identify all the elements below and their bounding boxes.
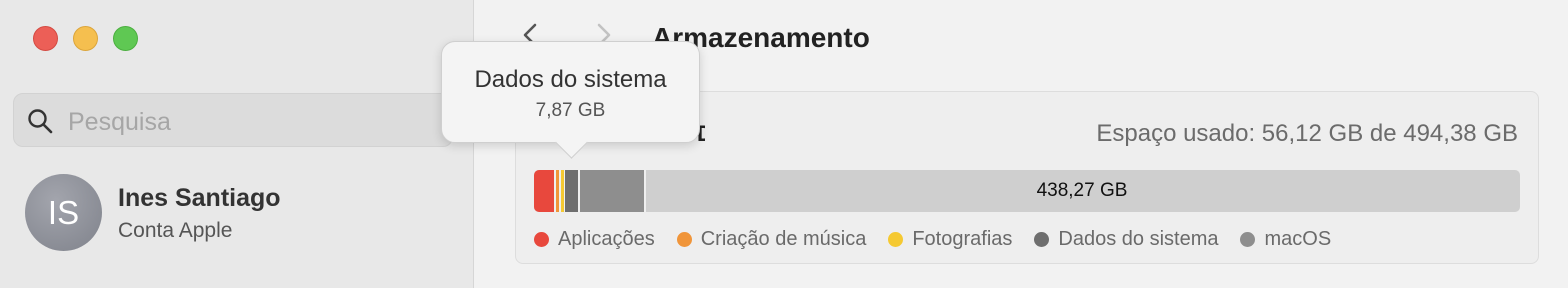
bar-segment-dados-do-sistema[interactable] (565, 170, 578, 212)
sidebar: IS Ines Santiago Conta Apple (0, 0, 474, 288)
bar-segment-macos[interactable] (580, 170, 644, 212)
used-space-label: Espaço usado: 56,12 GB de 494,38 GB (1096, 120, 1518, 147)
legend-label: macOS (1264, 228, 1332, 250)
search-input[interactable] (66, 104, 440, 140)
search-icon (28, 109, 53, 134)
apple-account-item[interactable]: IS Ines Santiago Conta Apple (25, 174, 455, 254)
legend-label: Fotografias (912, 228, 1013, 250)
storage-bar: 438,27 GB (534, 170, 1520, 212)
tooltip-value: 7,87 GB (535, 100, 606, 121)
legend-dot (1034, 232, 1050, 247)
legend-label: Dados do sistema (1058, 228, 1219, 250)
legend-label: Aplicações (558, 228, 655, 250)
close-window-button[interactable] (33, 26, 58, 51)
storage-legend: Aplicações Criação de música Fotografias… (534, 228, 1353, 251)
bar-segment-free-space: 438,27 GB (1036, 180, 1128, 201)
legend-label: Criação de música (700, 228, 867, 250)
legend-item-dados-do-sistema: Dados do sistema (1034, 228, 1218, 251)
bar-segment-aplicacoes[interactable] (534, 170, 554, 212)
legend-item-aplicacoes: Aplicações (534, 228, 655, 251)
legend-item-fotografias: Fotografias (888, 228, 1012, 251)
search-field[interactable] (13, 93, 453, 147)
legend-dot (1240, 232, 1256, 247)
legend-dot (534, 232, 549, 247)
zoom-window-button[interactable] (113, 26, 138, 51)
segment-tooltip: Dados do sistema 7,87 GB (441, 41, 700, 143)
account-name: Ines Santiago (118, 184, 281, 212)
legend-item-criacao-de-musica: Criação de música (676, 228, 867, 251)
legend-dot (676, 232, 692, 247)
minimize-window-button[interactable] (73, 26, 98, 51)
legend-item-macos: macOS (1240, 228, 1331, 251)
avatar: IS (25, 174, 102, 251)
legend-dot (888, 232, 904, 247)
tooltip-title: Dados do sistema (474, 66, 667, 93)
account-subtitle: Conta Apple (118, 219, 233, 242)
